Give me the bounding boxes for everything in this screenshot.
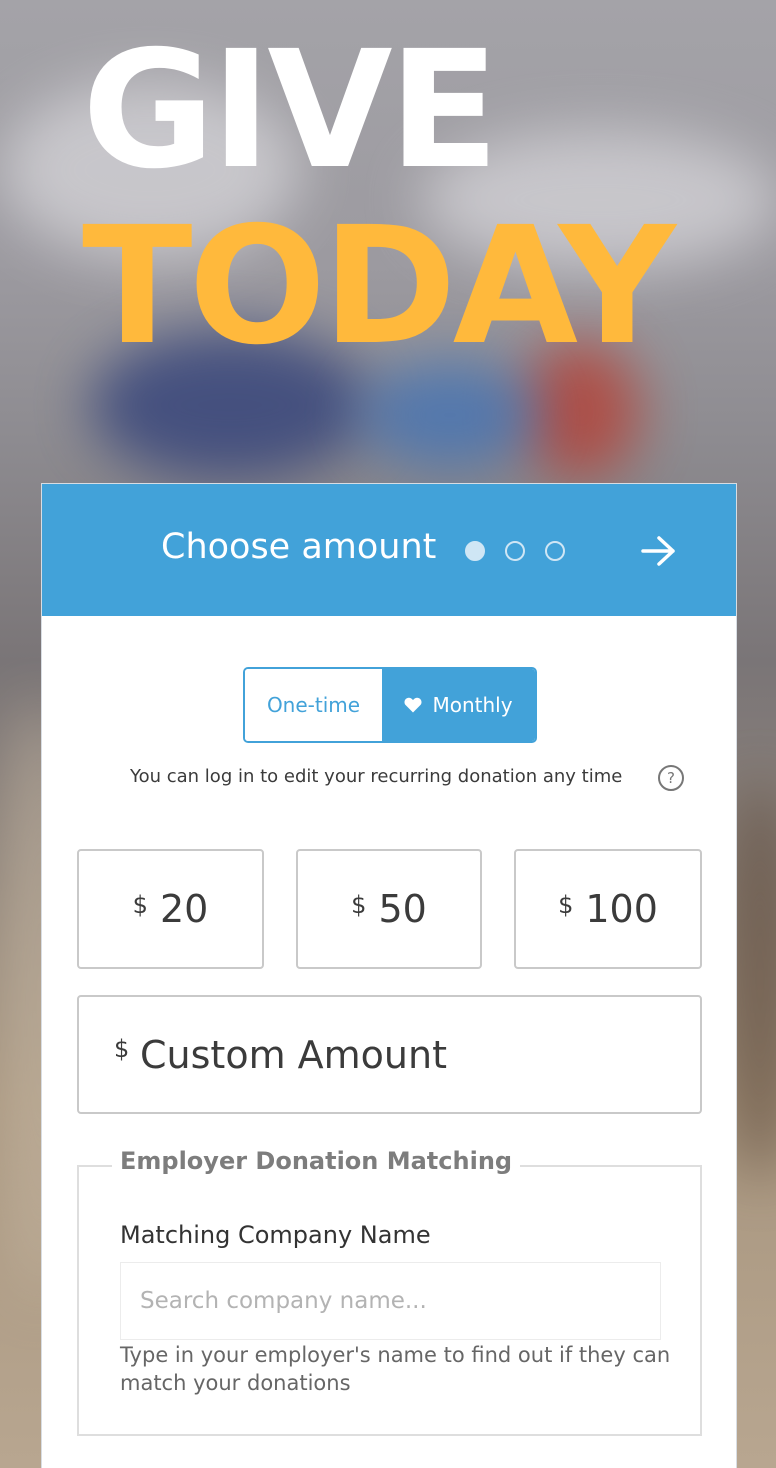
step-indicator-1: [465, 541, 485, 561]
currency-symbol: $: [558, 891, 574, 919]
monthly-button[interactable]: Monthly: [382, 669, 535, 741]
company-search-input[interactable]: [120, 1262, 661, 1340]
amount-value: 20: [159, 887, 209, 931]
step-header: Choose amount: [42, 484, 736, 616]
monthly-label: Monthly: [432, 693, 513, 717]
company-search-help-text: Type in your employer's name to find out…: [120, 1343, 671, 1395]
currency-symbol: $: [132, 891, 148, 919]
currency-symbol: $: [114, 1035, 130, 1063]
recurring-note: You can log in to edit your recurring do…: [130, 766, 623, 787]
employer-matching-legend: Employer Donation Matching: [112, 1147, 521, 1175]
one-time-button[interactable]: One-time: [245, 669, 382, 741]
arrow-right-icon[interactable]: [640, 534, 678, 568]
donation-card: Choose amount One-time Monthly You can l…: [41, 483, 737, 1468]
amount-option-100[interactable]: $ 100: [514, 849, 702, 969]
amount-value: 100: [585, 887, 658, 931]
step-title: Choose amount: [161, 527, 437, 567]
one-time-label: One-time: [266, 693, 361, 717]
amount-option-20[interactable]: $ 20: [77, 849, 264, 969]
amount-option-50[interactable]: $ 50: [296, 849, 482, 969]
question-circle-icon[interactable]: ?: [658, 765, 684, 791]
heart-icon: [404, 697, 422, 713]
amount-value: 50: [378, 887, 427, 931]
employer-matching-fieldset: Employer Donation Matching Matching Comp…: [77, 1147, 702, 1436]
page: GIVE TODAY Choose amount One-time Monthl…: [0, 0, 776, 1468]
custom-amount-placeholder: Custom Amount: [140, 1033, 447, 1077]
hero-title-today: TODAY: [82, 193, 676, 381]
frequency-toggle: One-time Monthly: [243, 667, 537, 743]
step-indicator-3: [545, 541, 565, 561]
matching-company-label: Matching Company Name: [120, 1221, 431, 1249]
hero-title-give: GIVE: [82, 17, 499, 205]
custom-amount-input[interactable]: $ Custom Amount: [77, 995, 702, 1114]
step-indicator-2: [505, 541, 525, 561]
currency-symbol: $: [351, 891, 367, 919]
